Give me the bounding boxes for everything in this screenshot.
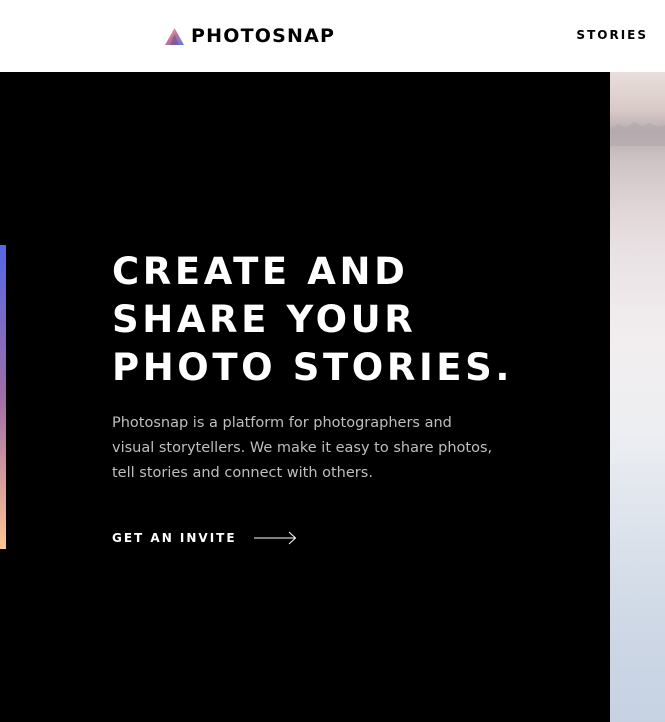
cta-label: GET AN INVITE: [112, 531, 237, 545]
hero-landscape-image: [610, 72, 665, 722]
hero-description: Photosnap is a platform for photographer…: [112, 415, 493, 481]
brand-name: PHOTOSNAP: [191, 25, 336, 47]
triangle-logo-icon: [165, 27, 184, 45]
gradient-accent-bar: [0, 245, 6, 549]
get-invite-link[interactable]: GET AN INVITE: [112, 531, 297, 545]
arrow-right-icon: [253, 531, 296, 545]
hero-title-line: SHARE YOUR: [112, 298, 417, 341]
brand-logo[interactable]: PHOTOSNAP: [165, 24, 335, 48]
site-header: PHOTOSNAP STORIES: [0, 0, 665, 72]
nav-link-stories[interactable]: STORIES: [576, 28, 648, 42]
hero-section: CREATE AND SHARE YOUR PHOTO STORIES. Pho…: [0, 72, 610, 722]
hero-title-line: CREATE AND: [112, 250, 409, 293]
hero-title: CREATE AND SHARE YOUR PHOTO STORIES.: [112, 248, 582, 392]
hero-title-line: PHOTO STORIES.: [112, 346, 514, 389]
mountain-ridge-shape: [610, 122, 665, 146]
